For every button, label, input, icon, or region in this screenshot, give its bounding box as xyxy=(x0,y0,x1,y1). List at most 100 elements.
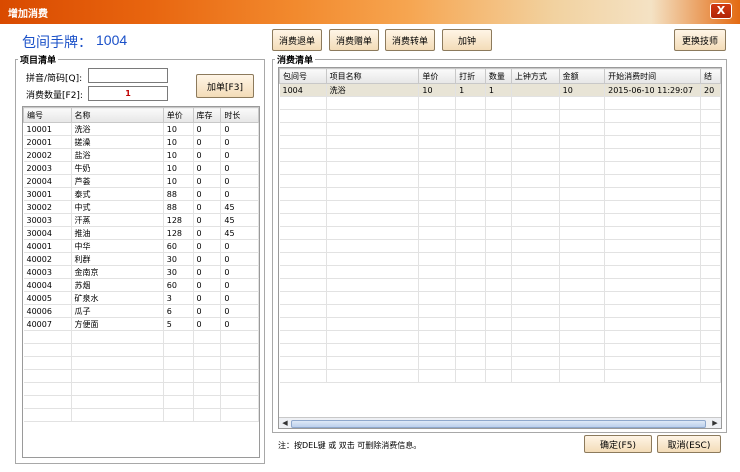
table-row[interactable]: 40003 金南京 30 0 0 xyxy=(23,265,259,279)
table-row[interactable] xyxy=(279,174,721,188)
pinyin-search-input[interactable] xyxy=(88,68,168,83)
horizontal-scrollbar[interactable]: ◀ ▶ xyxy=(279,417,721,428)
table-row[interactable] xyxy=(279,369,721,383)
table-cell: 苏烟 xyxy=(71,278,164,292)
table-row[interactable]: 30003 汗蒸 128 0 45 xyxy=(23,213,259,227)
table-row[interactable]: 40006 瓜子 6 0 0 xyxy=(23,304,259,318)
table-row[interactable] xyxy=(279,109,721,123)
table-cell xyxy=(71,408,164,422)
column-header[interactable]: 单价 xyxy=(162,107,194,123)
table-row[interactable] xyxy=(23,382,259,396)
ok-button[interactable]: 确定(F5) xyxy=(584,435,652,453)
table-row[interactable]: 10001 洗浴 10 0 0 xyxy=(23,122,259,136)
item-table[interactable]: 编号 名称 单价 库存 时长 10001 洗浴 10 0 0 20001 搓澡 10 0 0 20002 盐浴… xyxy=(22,106,260,458)
table-row[interactable]: 20002 盐浴 10 0 0 xyxy=(23,148,259,162)
table-row[interactable]: 1004 洗浴 10 1 1 10 2015-06-10 11:29:07 20 xyxy=(279,83,721,97)
table-row[interactable] xyxy=(279,252,721,266)
table-row[interactable]: 20003 牛奶 10 0 0 xyxy=(23,161,259,175)
table-cell xyxy=(326,239,420,253)
table-row[interactable] xyxy=(279,122,721,136)
table-row[interactable] xyxy=(279,317,721,331)
column-header[interactable]: 结 xyxy=(700,68,721,84)
table-row[interactable]: 20001 搓澡 10 0 0 xyxy=(23,135,259,149)
table-row[interactable] xyxy=(23,356,259,370)
table-row[interactable]: 40007 方便面 5 0 0 xyxy=(23,317,259,331)
column-header[interactable]: 时长 xyxy=(220,107,259,123)
table-row[interactable] xyxy=(23,343,259,357)
table-row[interactable] xyxy=(279,356,721,370)
column-header[interactable]: 库存 xyxy=(192,107,222,123)
gift-button[interactable]: 消费赠单 xyxy=(329,29,379,51)
table-row[interactable] xyxy=(279,135,721,149)
cancel-button[interactable]: 取消(ESC) xyxy=(657,435,721,453)
table-cell xyxy=(485,265,512,279)
table-row[interactable] xyxy=(279,226,721,240)
table-row[interactable] xyxy=(279,213,721,227)
table-row[interactable] xyxy=(279,304,721,318)
column-header[interactable]: 上钟方式 xyxy=(510,68,560,84)
refund-button[interactable]: 消费退单 xyxy=(272,29,322,51)
table-cell xyxy=(71,369,164,383)
table-row[interactable] xyxy=(279,161,721,175)
transfer-button[interactable]: 消费转单 xyxy=(385,29,435,51)
table-cell xyxy=(559,369,606,383)
add-order-button[interactable]: 加单[F3] xyxy=(196,74,254,98)
table-cell xyxy=(511,148,560,162)
table-row[interactable] xyxy=(23,408,259,422)
table-row[interactable] xyxy=(23,369,259,383)
table-row[interactable]: 40005 矿泉水 3 0 0 xyxy=(23,291,259,305)
table-row[interactable]: 40004 苏烟 60 0 0 xyxy=(23,278,259,292)
table-row[interactable]: 30004 推油 128 0 45 xyxy=(23,226,259,240)
table-cell xyxy=(485,330,512,344)
table-cell xyxy=(485,96,512,110)
table-cell xyxy=(279,174,327,188)
table-cell: 0 xyxy=(193,148,222,162)
table-row[interactable]: 30001 泰式 88 0 0 xyxy=(23,187,259,201)
table-row[interactable] xyxy=(279,187,721,201)
table-row[interactable]: 40002 利群 30 0 0 xyxy=(23,252,259,266)
column-header[interactable]: 开始消费时间 xyxy=(604,68,702,84)
close-button[interactable]: X xyxy=(710,3,732,19)
column-header[interactable]: 金额 xyxy=(558,68,606,84)
change-technician-button[interactable]: 更换技师 xyxy=(674,29,726,51)
table-row[interactable] xyxy=(279,265,721,279)
table-row[interactable]: 40001 中华 60 0 0 xyxy=(23,239,259,253)
table-row[interactable] xyxy=(23,330,259,344)
table-cell: 20001 xyxy=(23,135,72,149)
column-header[interactable]: 项目名称 xyxy=(325,68,420,84)
scroll-left-icon[interactable]: ◀ xyxy=(279,418,291,428)
column-header[interactable]: 数量 xyxy=(484,68,512,84)
table-row[interactable] xyxy=(279,291,721,305)
table-row[interactable] xyxy=(279,330,721,344)
column-header[interactable]: 打折 xyxy=(455,68,486,84)
add-clock-button[interactable]: 加钟 xyxy=(442,29,492,51)
table-row[interactable] xyxy=(279,148,721,162)
scrollbar-thumb[interactable] xyxy=(291,420,706,428)
table-cell xyxy=(220,382,259,396)
table-cell: 40005 xyxy=(23,291,72,305)
table-row[interactable] xyxy=(279,343,721,357)
table-cell: 0 xyxy=(193,213,222,227)
table-cell xyxy=(418,265,457,279)
table-cell xyxy=(511,343,560,357)
table-row[interactable] xyxy=(279,200,721,214)
column-header[interactable]: 名称 xyxy=(70,107,164,123)
table-row[interactable] xyxy=(23,395,259,409)
table-cell xyxy=(604,109,702,123)
table-row[interactable] xyxy=(279,278,721,292)
table-cell: 0 xyxy=(193,265,222,279)
column-header[interactable]: 包间号 xyxy=(279,68,327,84)
table-row[interactable] xyxy=(279,239,721,253)
table-row[interactable]: 30002 中式 88 0 45 xyxy=(23,200,259,214)
column-header[interactable]: 单价 xyxy=(418,68,457,84)
quantity-input[interactable] xyxy=(88,86,168,101)
table-row[interactable]: 20004 芦荟 10 0 0 xyxy=(23,174,259,188)
table-cell: 泰式 xyxy=(71,187,164,201)
table-cell xyxy=(279,161,327,175)
table-cell xyxy=(163,369,194,383)
consumption-table[interactable]: 包间号 项目名称 单价 打折 数量 上钟方式 金额 开始消费时间结 1004 洗浴 10 1 1 10 2… xyxy=(278,67,722,429)
table-row[interactable] xyxy=(279,96,721,110)
column-header[interactable]: 编号 xyxy=(23,107,72,123)
scroll-right-icon[interactable]: ▶ xyxy=(709,418,721,428)
table-cell xyxy=(511,83,560,97)
